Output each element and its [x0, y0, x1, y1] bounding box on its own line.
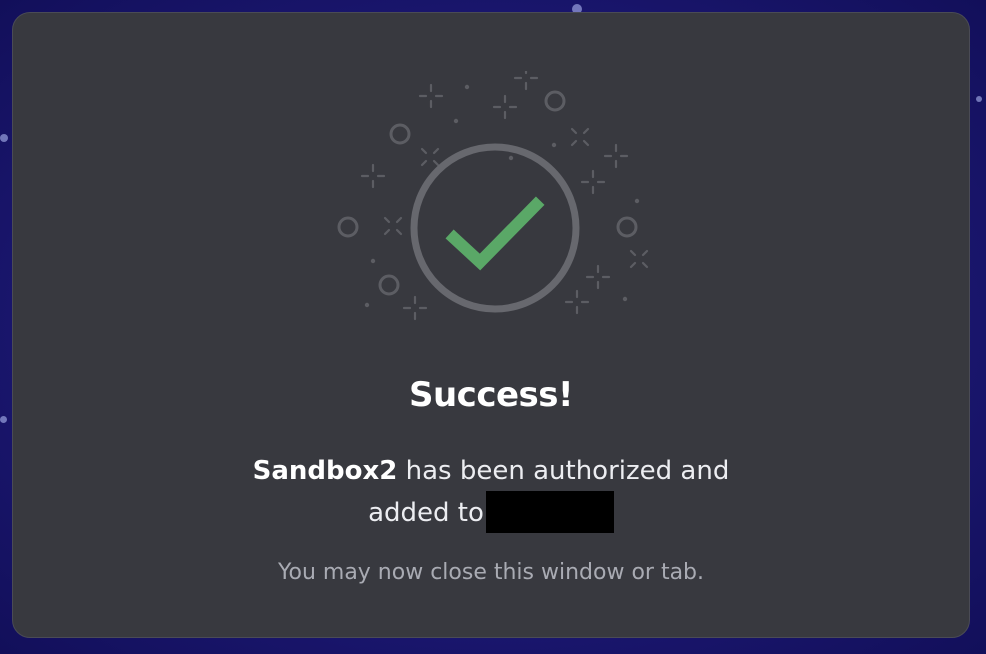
redacted-server-name [485, 491, 614, 533]
sparkle-icon [402, 295, 428, 321]
dot-icon [364, 302, 370, 308]
message-line-2: added to [13, 491, 969, 533]
dot-icon [551, 142, 557, 148]
small-ring-icon [389, 123, 411, 145]
dot-icon [634, 198, 640, 204]
small-ring-icon [544, 90, 566, 112]
background-dot [0, 134, 8, 142]
checkmark-circle-icon [410, 143, 580, 313]
dialog-title: Success! [408, 375, 574, 415]
sparkle-icon [513, 71, 539, 91]
small-ring-icon [616, 216, 638, 238]
x-sparkle-icon [629, 249, 649, 269]
background-dot [976, 96, 982, 102]
success-dialog: Success! Sandbox2 has been authorized an… [12, 12, 970, 638]
dot-icon [508, 155, 514, 161]
app-background: { "dialog": { "title": "Success!", "mess… [0, 0, 986, 654]
sparkle-icon [580, 169, 606, 195]
message-line-2-text: added to [368, 498, 484, 528]
dot-group [364, 84, 640, 308]
sparkle-icon [603, 143, 629, 169]
dot-icon [370, 258, 376, 264]
sparkle-icon [418, 83, 444, 109]
sparkle-icon [564, 289, 590, 315]
dot-icon [453, 118, 459, 124]
decoration-group [337, 71, 649, 321]
close-window-hint: You may now close this window or tab. [277, 560, 705, 585]
x-sparkle-icon [383, 216, 403, 236]
message-line-1: Sandbox2 has been authorized and [13, 451, 969, 491]
bot-name: Sandbox2 [252, 456, 398, 486]
success-illustration [337, 71, 649, 321]
sparkle-icon [492, 94, 518, 120]
message-line-1-text: has been authorized and [397, 456, 730, 486]
background-dot [0, 416, 7, 423]
dot-icon [464, 84, 470, 90]
sparkle-icon [360, 163, 386, 189]
x-sparkle-icon [420, 147, 440, 167]
sparkle-icon [585, 264, 611, 290]
dot-icon [622, 296, 628, 302]
x-sparkle-icon [570, 127, 590, 147]
small-ring-icon [378, 274, 400, 296]
authorization-message: Sandbox2 has been authorized and added t… [13, 451, 969, 533]
small-ring-icon [337, 216, 359, 238]
